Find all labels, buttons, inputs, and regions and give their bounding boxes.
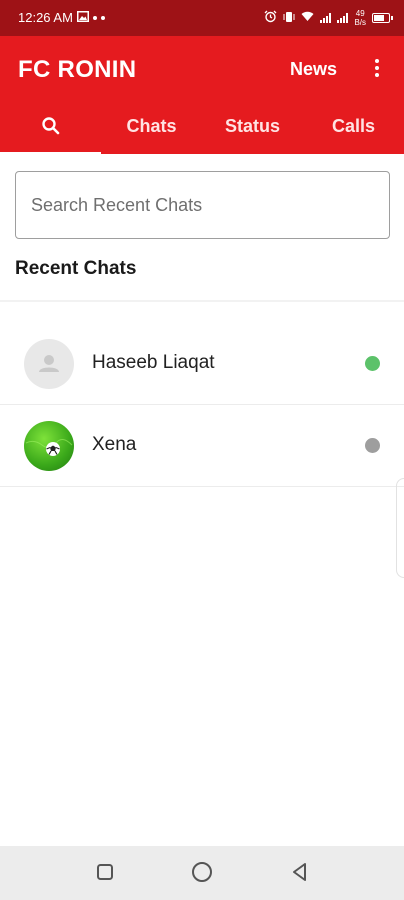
tab-chats-label: Chats bbox=[126, 116, 177, 136]
status-time: 12:26 AM bbox=[18, 10, 73, 25]
system-nav-bar bbox=[0, 846, 404, 900]
tab-search[interactable] bbox=[0, 114, 101, 156]
tab-calls[interactable]: Calls bbox=[303, 114, 404, 154]
status-right: 49 B/s bbox=[264, 9, 393, 27]
wifi-icon bbox=[301, 11, 314, 25]
section-title-recent-chats: Recent Chats bbox=[15, 258, 137, 279]
avatar bbox=[24, 339, 74, 389]
gallery-icon bbox=[76, 10, 89, 25]
notification-dot-icon bbox=[92, 15, 97, 20]
square-icon bbox=[96, 863, 114, 886]
app-title: FC RONIN bbox=[18, 56, 137, 83]
chat-name: Haseeb Liaqat bbox=[92, 352, 215, 373]
vibrate-icon bbox=[283, 11, 295, 26]
signal-icon bbox=[337, 13, 349, 23]
search-field[interactable] bbox=[15, 171, 390, 239]
triangle-back-icon bbox=[290, 862, 310, 887]
news-button[interactable]: News bbox=[290, 59, 337, 80]
notification-dot-icon bbox=[100, 15, 105, 20]
recents-button[interactable] bbox=[91, 860, 119, 888]
chat-name: Xena bbox=[92, 434, 137, 455]
search-input[interactable] bbox=[29, 193, 373, 217]
signal-icon bbox=[320, 13, 332, 23]
edge-panel-handle[interactable] bbox=[396, 478, 404, 578]
battery-icon bbox=[372, 13, 393, 23]
app-bar: FC RONIN News Chats Status Calls bbox=[0, 36, 404, 156]
divider bbox=[0, 300, 404, 302]
chat-list-item[interactable]: Xena bbox=[0, 405, 404, 487]
circle-icon bbox=[191, 861, 213, 888]
chat-list-item[interactable]: Haseeb Liaqat bbox=[0, 323, 404, 405]
chat-list: Haseeb Liaqat Xena bbox=[0, 323, 404, 487]
alarm-icon bbox=[264, 10, 277, 26]
network-speed: 49 B/s bbox=[354, 9, 366, 27]
avatar bbox=[24, 421, 74, 471]
tab-bar: Chats Status Calls bbox=[0, 114, 404, 156]
offline-status-dot bbox=[365, 438, 380, 453]
network-speed-unit: B/s bbox=[354, 18, 366, 27]
person-icon bbox=[24, 355, 74, 389]
more-options-icon[interactable] bbox=[368, 56, 386, 82]
tab-status-label: Status bbox=[224, 116, 280, 136]
back-button[interactable] bbox=[286, 860, 314, 888]
status-bar: 12:26 AM 49 B/s bbox=[0, 0, 404, 36]
network-speed-value: 49 bbox=[355, 9, 365, 18]
tab-chats[interactable]: Chats bbox=[101, 114, 202, 154]
online-status-dot bbox=[365, 356, 380, 371]
status-left: 12:26 AM bbox=[18, 10, 105, 25]
soccer-ball-icon bbox=[24, 439, 74, 471]
tab-calls-label: Calls bbox=[331, 116, 376, 136]
tab-status[interactable]: Status bbox=[202, 114, 303, 154]
home-button[interactable] bbox=[188, 860, 216, 888]
search-icon bbox=[41, 116, 61, 141]
tab-selected-indicator bbox=[0, 152, 101, 156]
